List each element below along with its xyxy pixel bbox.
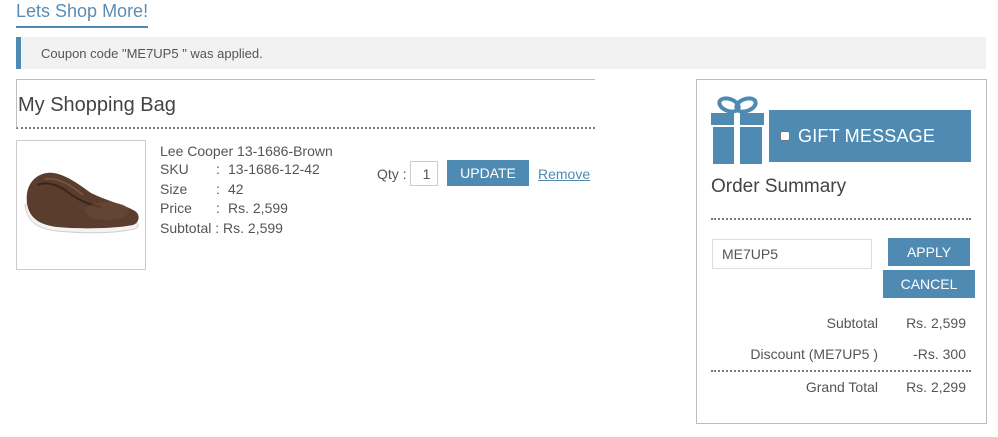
- subtotal-label: Subtotal: [826, 315, 878, 331]
- price-value: Rs. 2,599: [228, 200, 288, 216]
- discount-value: -Rs. 300: [913, 346, 966, 362]
- grand-total-label: Grand Total: [805, 379, 878, 395]
- shopping-bag-title: My Shopping Bag: [18, 94, 176, 116]
- discount-label: Discount (ME7UP5 ): [750, 346, 878, 362]
- sku-colon: :: [216, 161, 220, 177]
- price-label: Price: [160, 200, 192, 216]
- size-row: Size : 42: [0, 181, 400, 199]
- totals-divider: [711, 370, 971, 372]
- qty-input[interactable]: [410, 161, 438, 186]
- size-colon: :: [216, 181, 220, 197]
- order-summary-divider: [711, 218, 971, 220]
- sku-row: SKU : 13-1686-12-42: [0, 161, 400, 179]
- price-colon: :: [216, 200, 220, 216]
- sku-value: 13-1686-12-42: [228, 161, 320, 177]
- size-label: Size: [160, 181, 188, 197]
- size-value: 42: [228, 181, 244, 197]
- sku-label: SKU: [160, 161, 189, 177]
- remove-link[interactable]: Remove: [538, 166, 590, 182]
- update-button[interactable]: UPDATE: [447, 160, 529, 186]
- grand-total-value: Rs. 2,299: [906, 379, 966, 395]
- item-subtotal: Subtotal : Rs. 2,599: [160, 220, 283, 236]
- order-summary-title: Order Summary: [711, 176, 847, 197]
- coupon-notice: Coupon code "ME7UP5 " was applied.: [16, 37, 986, 69]
- gift-message-checkbox[interactable]: [780, 131, 790, 141]
- gift-message-toggle[interactable]: GIFT MESSAGE: [769, 110, 971, 162]
- gift-icon: [711, 96, 764, 164]
- lets-shop-more-link[interactable]: Lets Shop More!: [16, 0, 149, 28]
- gift-message-label: GIFT MESSAGE: [798, 126, 936, 146]
- price-row: Price : Rs. 2,599: [0, 200, 400, 218]
- coupon-notice-text: Coupon code "ME7UP5 " was applied.: [41, 46, 263, 61]
- qty-label: Qty :: [377, 166, 407, 182]
- cancel-coupon-button[interactable]: CANCEL: [883, 270, 975, 298]
- coupon-code-input[interactable]: [712, 239, 872, 269]
- apply-coupon-button[interactable]: APPLY: [888, 238, 970, 266]
- subtotal-value: Rs. 2,599: [906, 315, 966, 331]
- product-name[interactable]: Lee Cooper 13-1686-Brown: [160, 143, 333, 159]
